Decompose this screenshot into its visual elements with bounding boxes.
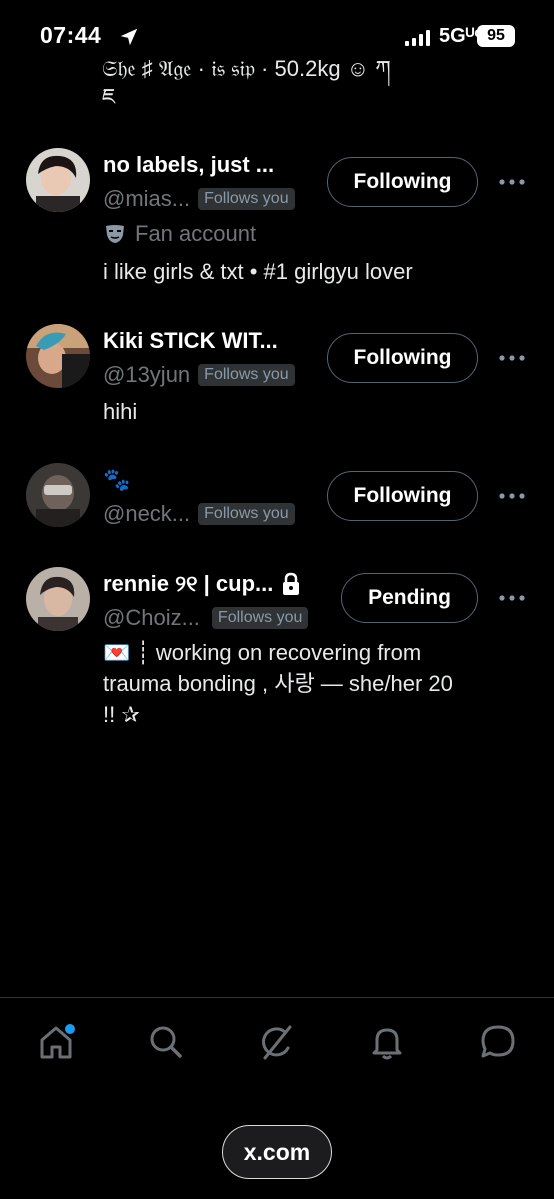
handle-line: @neck... Follows you: [103, 501, 295, 527]
browser-url-bar[interactable]: x.com: [222, 1125, 332, 1179]
user-row[interactable]: Kiki STICK WIT... @13yjun Follows you Fo…: [0, 324, 554, 434]
cellular-signal-icon: [405, 30, 430, 46]
avatar[interactable]: [26, 324, 90, 388]
follows-you-badge: Follows you: [198, 364, 295, 386]
notifications-icon: [372, 1028, 402, 1060]
avatar[interactable]: [26, 463, 90, 527]
location-arrow-icon: [120, 28, 138, 46]
user-handle[interactable]: @13yjun: [103, 362, 190, 388]
battery-indicator: 95: [477, 25, 515, 47]
user-row[interactable]: no labels, just ... @mias... Follows you…: [0, 148, 554, 298]
following-button[interactable]: Following: [327, 157, 478, 207]
user-row[interactable]: 🐾 @neck... Follows you Following: [0, 463, 554, 533]
previous-bio-line-1: 𝔖𝔥𝔢 ♯ 𝔄𝔤𝔢 · 𝔦𝔰 𝔰𝔦𝔭 · 50.2kg ☺ ཀ: [102, 56, 391, 81]
messages-icon: [481, 1025, 515, 1058]
user-display-name[interactable]: 🐾: [103, 467, 130, 493]
nav-home[interactable]: [34, 1020, 78, 1064]
user-display-name[interactable]: no labels, just ...: [103, 152, 274, 178]
user-bio-line-2: trauma bonding , 사랑 — she/her 20: [103, 671, 453, 696]
more-options-icon[interactable]: [498, 491, 526, 501]
status-time: 07:44: [40, 22, 102, 48]
user-display-name[interactable]: Kiki STICK WIT...: [103, 328, 278, 354]
follows-you-badge: Follows you: [211, 607, 309, 629]
follows-you-badge: Follows you: [198, 503, 295, 525]
more-options-icon[interactable]: [498, 593, 526, 603]
home-icon: [40, 1024, 75, 1059]
handle-line: @13yjun Follows you: [103, 362, 295, 388]
user-handle[interactable]: @neck...: [103, 501, 190, 527]
nav-search[interactable]: [144, 1020, 188, 1064]
user-bio: 💌 ┊ working on recovering from trauma bo…: [103, 637, 523, 730]
nav-notifications[interactable]: [365, 1020, 409, 1064]
user-bio-line-3: !! ✰: [103, 702, 140, 727]
fan-account-mask-icon: [106, 225, 124, 243]
follows-you-badge: Follows you: [198, 188, 295, 210]
handle-line: @Choiz... Follows you: [103, 605, 309, 631]
more-options-icon[interactable]: [498, 177, 526, 187]
following-button[interactable]: Following: [327, 471, 478, 521]
user-handle[interactable]: @Choiz...: [103, 605, 200, 631]
user-row[interactable]: rennie ୨୧ | cup... @Choiz... Follows you…: [0, 567, 554, 737]
user-display-name[interactable]: rennie ୨୧ | cup...: [103, 571, 273, 597]
nav-divider: [0, 997, 554, 998]
screen: 07:44 5Gᵁᶜ 95 𝔖𝔥𝔢 ♯ 𝔄𝔤𝔢 · 𝔦𝔰 𝔰𝔦𝔭 · 50.2k…: [0, 0, 554, 1199]
network-type: 5Gᵁᶜ: [439, 25, 482, 47]
protected-lock-icon: [283, 572, 300, 595]
grok-icon: [262, 1025, 292, 1060]
user-bio: hihi: [103, 399, 138, 424]
user-display-name-line[interactable]: rennie ୨୧ | cup...: [103, 571, 301, 597]
following-button[interactable]: Following: [327, 333, 478, 383]
user-bio: i like girls & txt • #1 girlgyu lover: [103, 259, 413, 284]
avatar[interactable]: [26, 148, 90, 212]
nav-messages[interactable]: [476, 1020, 520, 1064]
more-options-icon[interactable]: [498, 353, 526, 363]
handle-line: @mias... Follows you: [103, 186, 295, 212]
avatar[interactable]: [26, 567, 90, 631]
previous-user-bio: 𝔖𝔥𝔢 ♯ 𝔄𝔤𝔢 · 𝔦𝔰 𝔰𝔦𝔭 · 50.2kg ☺ ཀ ཇ: [102, 50, 542, 110]
account-label: Fan account: [103, 221, 256, 247]
account-label-text: Fan account: [135, 221, 257, 246]
search-icon: [150, 1026, 182, 1058]
user-bio-line-1: 💌 ┊ working on recovering from: [103, 640, 422, 665]
previous-bio-line-2: ཇ: [102, 84, 116, 109]
pending-button[interactable]: Pending: [341, 573, 478, 623]
nav-grok[interactable]: [255, 1020, 299, 1064]
user-handle[interactable]: @mias...: [103, 186, 190, 212]
